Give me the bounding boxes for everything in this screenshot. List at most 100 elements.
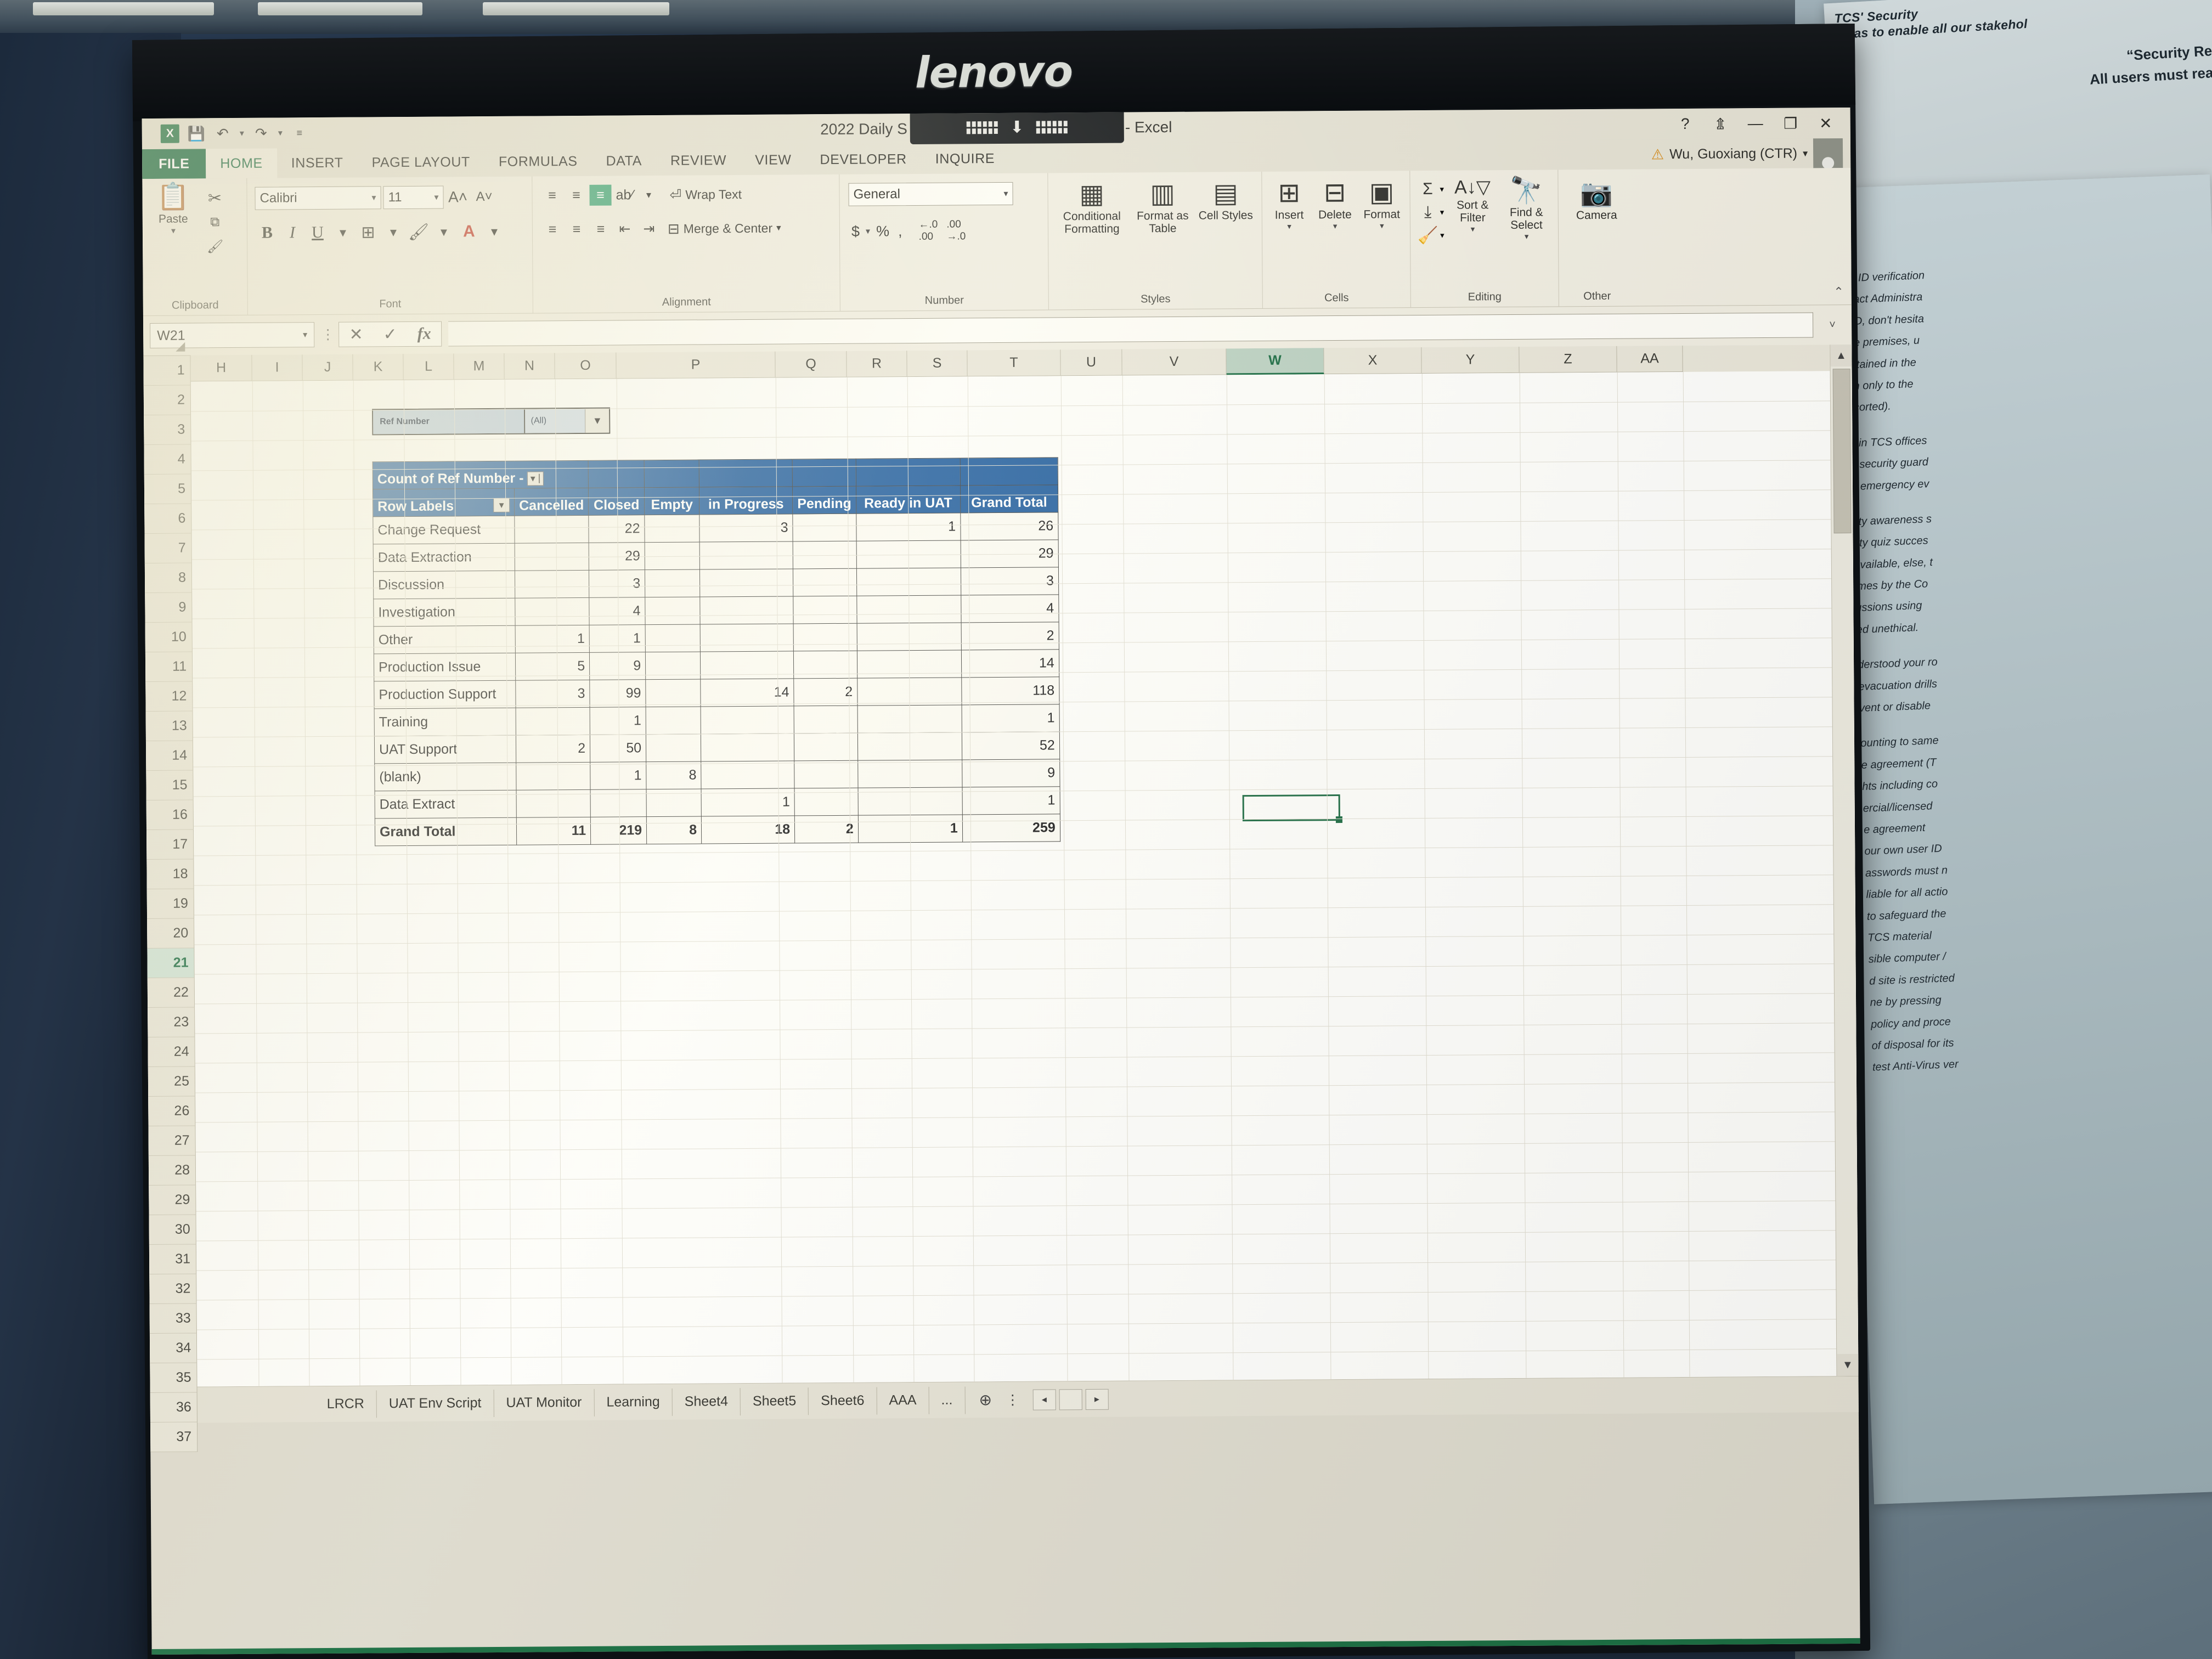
find-select-chevron-down-icon[interactable]: ▾ xyxy=(1525,232,1529,241)
pivot-cell[interactable] xyxy=(515,597,590,626)
format-as-table-button[interactable]: ▥ Format as Table xyxy=(1130,179,1195,235)
autosum-chevron-down-icon[interactable]: ▾ xyxy=(1440,184,1444,194)
paste-chevron-down-icon[interactable]: ▾ xyxy=(171,225,176,236)
row-header-34[interactable]: 34 xyxy=(149,1333,198,1364)
cell-styles-button[interactable]: ▤ Cell Styles xyxy=(1198,179,1253,222)
quick-access-toolbar[interactable]: X 💾 ↶ ▾ ↷ ▾ ≡ xyxy=(148,123,309,143)
row-header-37[interactable]: 37 xyxy=(150,1422,198,1453)
formula-input[interactable] xyxy=(448,312,1814,347)
delete-chevron-down-icon[interactable]: ▾ xyxy=(1333,221,1338,231)
insert-function-button[interactable]: fx xyxy=(407,325,441,343)
number-format-chevron-down-icon[interactable]: ▾ xyxy=(1003,188,1008,199)
increase-decimal-icon[interactable]: ←.0.00 xyxy=(916,219,940,243)
tab-view[interactable]: VIEW xyxy=(741,145,806,175)
column-header-z[interactable]: Z xyxy=(1519,346,1617,373)
row-header-29[interactable]: 29 xyxy=(149,1185,196,1216)
row-header-11[interactable]: 11 xyxy=(145,652,193,682)
name-box-chevron-down-icon[interactable]: ▾ xyxy=(303,329,307,340)
pivot-cell[interactable] xyxy=(700,623,794,652)
row-header-31[interactable]: 31 xyxy=(149,1244,197,1275)
pivot-cell[interactable] xyxy=(793,623,857,651)
align-middle-icon[interactable]: ≡ xyxy=(565,185,587,206)
decrease-decimal-icon[interactable]: .00 →.0 xyxy=(944,218,968,242)
row-header-30[interactable]: 30 xyxy=(149,1215,196,1245)
column-header-k[interactable]: K xyxy=(353,354,404,381)
pivot-row-label[interactable]: Production Support xyxy=(374,680,516,709)
italic-button[interactable]: I xyxy=(280,222,304,244)
row-header-28[interactable]: 28 xyxy=(148,1155,196,1186)
row-header-35[interactable]: 35 xyxy=(150,1363,198,1393)
column-header-n[interactable]: N xyxy=(504,353,555,380)
pivot-cell[interactable] xyxy=(794,760,858,788)
clear-icon[interactable]: 🧹 xyxy=(1416,224,1440,246)
pivot-cell[interactable]: 52 xyxy=(962,731,1060,760)
format-chevron-down-icon[interactable]: ▾ xyxy=(1380,221,1384,231)
pivot-row-label[interactable]: Change Request xyxy=(373,516,515,544)
sheet-tab-lrcr[interactable]: LRCR xyxy=(314,1390,377,1418)
column-header-p[interactable]: P xyxy=(616,351,776,379)
row-header-32[interactable]: 32 xyxy=(149,1274,197,1305)
tab-insert[interactable]: INSERT xyxy=(277,148,358,178)
row-header-2[interactable]: 2 xyxy=(143,385,191,416)
row-header-15[interactable]: 15 xyxy=(146,770,194,801)
pivot-cell[interactable]: 1 xyxy=(515,625,590,653)
align-center-icon[interactable]: ≡ xyxy=(566,219,588,240)
pivot-cell[interactable]: 3 xyxy=(515,680,590,708)
formula-bar-grip[interactable]: ⋮ xyxy=(321,326,335,343)
column-header-s[interactable]: S xyxy=(907,350,968,377)
column-header-m[interactable]: M xyxy=(454,353,505,380)
pivot-cell[interactable]: 99 xyxy=(589,679,646,708)
row-header-21[interactable]: 21 xyxy=(147,948,195,979)
help-icon[interactable]: ? xyxy=(1676,115,1695,133)
row-header-10[interactable]: 10 xyxy=(145,622,193,653)
pivot-cell[interactable] xyxy=(792,514,856,541)
restore-button[interactable]: ❐ xyxy=(1781,114,1800,132)
pivot-cell[interactable]: 9 xyxy=(962,759,1060,787)
currency-format-icon[interactable]: $ xyxy=(849,223,862,240)
horizontal-scroll-nav[interactable]: ◂ ▸ xyxy=(1032,1389,1109,1410)
borders-icon[interactable]: ⊞ xyxy=(356,221,380,243)
row-header-18[interactable]: 18 xyxy=(146,859,194,890)
row-header-3[interactable]: 3 xyxy=(144,415,191,445)
sheet-tab-sheet6[interactable]: Sheet6 xyxy=(809,1386,877,1415)
row-header-25[interactable]: 25 xyxy=(148,1066,196,1097)
sheet-tab-uat-monitor[interactable]: UAT Monitor xyxy=(494,1389,595,1417)
undo-icon[interactable]: ↶ xyxy=(213,124,232,143)
customize-qat-icon[interactable]: ≡ xyxy=(290,123,309,142)
table-row[interactable]: Investigation 4 4 xyxy=(373,594,1059,627)
ribbon-display-options-icon[interactable]: ⇭ xyxy=(1711,115,1730,133)
pivot-cell[interactable] xyxy=(701,760,795,789)
pivot-cell[interactable]: 2 xyxy=(961,622,1059,650)
column-header-aa[interactable]: AA xyxy=(1617,345,1683,373)
column-header-u[interactable]: U xyxy=(1060,349,1122,376)
camera-button[interactable]: 📷 Camera xyxy=(1569,179,1624,222)
row-header-23[interactable]: 23 xyxy=(148,1007,195,1038)
sheet-tab-menu-icon[interactable]: ⋮ xyxy=(998,1391,1027,1408)
tab-developer[interactable]: DEVELOPER xyxy=(805,144,921,174)
format-cells-button[interactable]: ▣ Format ▾ xyxy=(1359,178,1404,231)
fill-down-icon[interactable]: ⤓ xyxy=(1416,201,1440,223)
pivot-cell[interactable]: 26 xyxy=(960,512,1058,540)
account-chevron-down-icon[interactable]: ▾ xyxy=(1803,148,1808,159)
pivot-cell[interactable]: 2 xyxy=(793,678,857,706)
table-row[interactable]: (blank) 1 8 9 xyxy=(374,759,1060,791)
column-filter-applied-icon[interactable]: ▼⏐ xyxy=(527,471,544,486)
column-header-t[interactable]: T xyxy=(967,349,1061,377)
pivot-cell[interactable] xyxy=(645,679,701,707)
horizontal-scroll-thumb[interactable] xyxy=(1059,1389,1082,1410)
insert-chevron-down-icon[interactable]: ▾ xyxy=(1287,222,1291,232)
merge-center-button[interactable]: ⊟ Merge & Center ▾ xyxy=(668,219,781,237)
underline-button[interactable]: U xyxy=(306,222,330,244)
sheet-tab-sheet5[interactable]: Sheet5 xyxy=(740,1387,809,1415)
percent-format-icon[interactable]: % xyxy=(873,223,892,240)
font-name-chevron-down-icon[interactable]: ▾ xyxy=(371,192,376,203)
pivot-cell[interactable] xyxy=(646,734,701,762)
table-row[interactable]: Other 1 1 2 xyxy=(374,622,1059,654)
column-header-o[interactable]: O xyxy=(555,352,617,380)
sort-filter-button[interactable]: A↓▽ Sort & Filter ▾ xyxy=(1447,177,1498,234)
scrollbar-thumb[interactable] xyxy=(1832,368,1852,534)
account-area[interactable]: ⚠ Wu, Guoxiang (CTR) ▾ xyxy=(1651,138,1851,170)
pivot-cell[interactable]: 3 xyxy=(699,514,793,543)
find-select-button[interactable]: 🔭 Find & Select ▾ xyxy=(1501,176,1552,242)
comma-format-icon[interactable]: , xyxy=(895,223,905,240)
